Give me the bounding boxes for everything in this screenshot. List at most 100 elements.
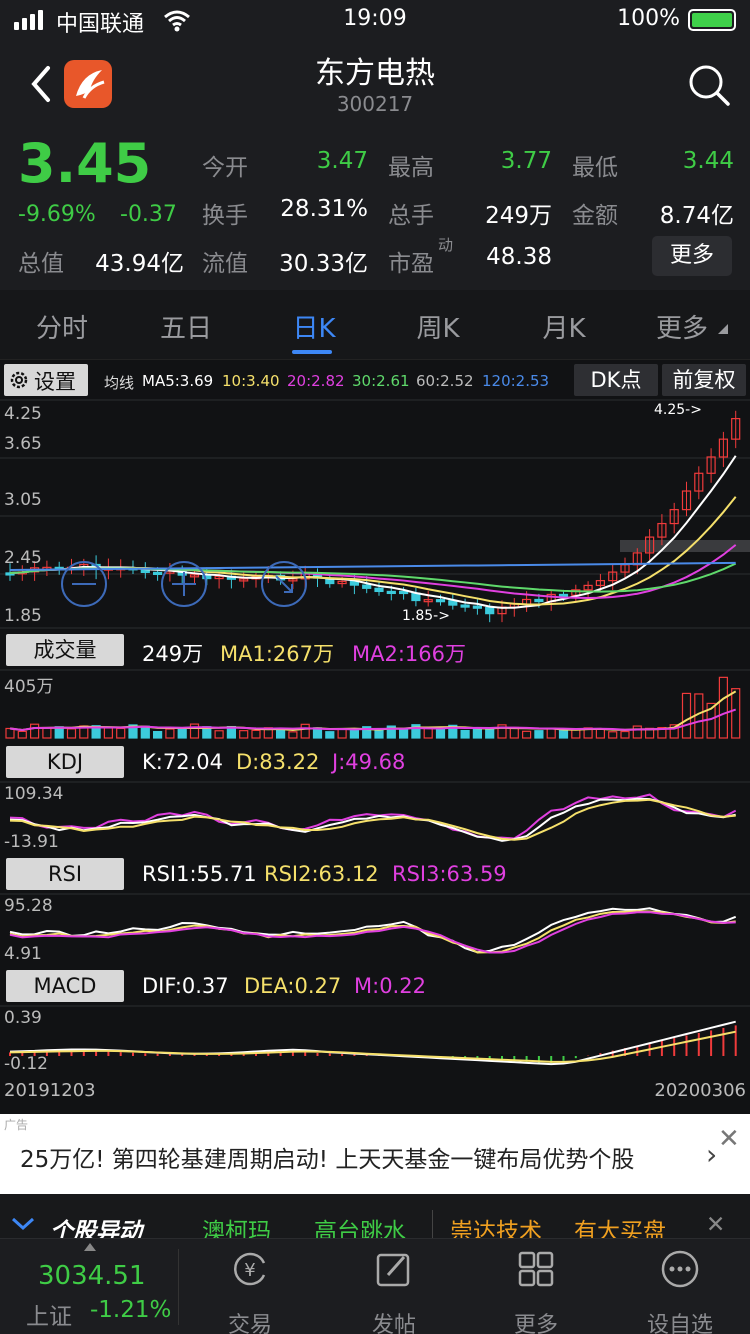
more-dots-icon — [661, 1250, 699, 1288]
ma120-value: 120:2.53 — [482, 372, 550, 390]
volume-bar — [472, 728, 482, 739]
field-label: 最高 — [388, 155, 434, 181]
kdj-d: D:83.22 — [236, 750, 320, 774]
macd-label[interactable]: MACD — [6, 970, 124, 1002]
rsi1: RSI1:55.71 — [142, 862, 257, 886]
volume-bar — [17, 730, 27, 739]
tab-more[interactable]: 更多 — [632, 308, 732, 345]
volume-value: 249万 — [142, 642, 204, 666]
edit-icon — [376, 1253, 410, 1287]
ma20-value: 20:2.82 — [287, 372, 345, 390]
candle-body — [399, 590, 409, 595]
date-axis: 20191203 20200306 — [0, 1078, 750, 1108]
chevron-down-icon[interactable] — [10, 1216, 36, 1232]
field-value: 30.33亿 — [279, 251, 368, 277]
volume-bar — [140, 725, 150, 739]
candle-body — [362, 584, 372, 589]
battery-icon — [688, 9, 736, 31]
adjust-button[interactable]: 前复权 — [662, 364, 746, 396]
rsi-chart[interactable] — [0, 892, 750, 966]
ma5-line — [9, 455, 737, 609]
volume-bar — [239, 730, 249, 739]
kdj-axis-top: 109.34 — [4, 784, 64, 804]
nav-label: 发帖 — [371, 1313, 416, 1334]
news-item[interactable]: 有大买盘 — [574, 1212, 666, 1238]
news-item[interactable]: 澳柯玛 — [202, 1212, 271, 1238]
quote-panel: 3.45 -9.69% -0.37 今开 3.47 最高 3.77 最低 3.4… — [0, 128, 750, 290]
candle-body — [472, 605, 482, 609]
rsi-header: RSI RSI1:55.71 RSI2:63.12 RSI3:63.59 — [0, 856, 750, 892]
volume-ma-lines — [9, 690, 737, 732]
volume-bar — [103, 727, 114, 739]
period-tabs: 分时 五日 日K 周K 月K 更多 — [0, 290, 750, 360]
volume-header: 成交量 249万 MA1:267万 MA2:166万 — [0, 632, 750, 668]
tab-five-day[interactable]: 五日 — [136, 308, 236, 345]
candle-body — [386, 590, 396, 595]
volume-bar — [214, 730, 224, 739]
macd-m: M:0.22 — [354, 974, 426, 998]
tab-monthly-k[interactable]: 月K — [514, 308, 614, 345]
volume-bar — [300, 723, 310, 739]
price-axis-label: 2.45 — [4, 548, 42, 568]
divider — [432, 1210, 433, 1238]
kdj-label[interactable]: KDJ — [6, 746, 124, 778]
volume-bar — [558, 729, 569, 739]
nav-label: 更多 — [513, 1313, 558, 1334]
volume-bar — [349, 729, 359, 739]
field-label: 总手 — [388, 203, 434, 229]
rsi3: RSI3:63.59 — [392, 862, 507, 886]
settings-button[interactable]: 设置 — [4, 364, 88, 396]
search-icon[interactable] — [686, 62, 732, 108]
price-axis-label: 4.25 — [4, 404, 42, 424]
volume-bar — [337, 728, 347, 739]
tab-daily-k[interactable]: 日K — [264, 308, 364, 345]
volume-bar — [42, 726, 52, 739]
volume-label[interactable]: 成交量 — [6, 634, 124, 666]
price-axis-label: 3.05 — [4, 490, 42, 510]
volume-bar — [731, 688, 741, 739]
stock-name: 东方电热 — [315, 56, 435, 91]
dk-point-button[interactable]: DK点 — [574, 364, 658, 396]
macd-chart[interactable] — [0, 1004, 750, 1078]
kdj-chart[interactable] — [0, 780, 750, 854]
news-strip[interactable]: 个股异动 澳柯玛 高台跳水 崇达技术 有大买盘 ✕ — [0, 1194, 750, 1238]
macd-dif: DIF:0.37 — [142, 974, 229, 998]
candle-body — [435, 599, 446, 603]
volume-bar — [435, 728, 446, 739]
current-price: 3.45 — [18, 132, 152, 195]
index-value[interactable]: 3034.51 — [38, 1261, 146, 1291]
candle-body — [153, 571, 163, 575]
field-label: 流值 — [202, 251, 248, 277]
news-close-button[interactable]: ✕ — [706, 1212, 725, 1238]
volume-bar — [251, 729, 261, 739]
volume-bar — [66, 728, 77, 739]
divider — [178, 1249, 179, 1325]
news-item[interactable]: 高台跳水 — [314, 1212, 406, 1238]
svg-text:¥: ¥ — [244, 1260, 255, 1281]
ad-text[interactable]: 25万亿! 第四轮基建周期启动! 上天天基金一键布局优势个股 — [20, 1140, 634, 1174]
start-date: 20191203 — [4, 1080, 96, 1101]
news-item[interactable]: 崇达技术 — [450, 1212, 542, 1238]
rsi-axis-bottom: 4.91 — [4, 944, 42, 964]
tab-intraday[interactable]: 分时 — [12, 308, 112, 345]
tab-weekly-k[interactable]: 周K — [388, 308, 488, 345]
macd-header: MACD DIF:0.37 DEA:0.27 M:0.22 — [0, 968, 750, 1004]
rsi-label[interactable]: RSI — [6, 858, 124, 890]
more-button[interactable]: 更多 — [652, 236, 732, 276]
ad-banner[interactable]: 广告 25万亿! 第四轮基建周期启动! 上天天基金一键布局优势个股 › ✕ — [0, 1114, 750, 1194]
field-label: 最低 — [572, 155, 618, 181]
trade-icon: ¥ — [234, 1252, 266, 1286]
kline-chart[interactable] — [0, 398, 750, 630]
rsi-lines — [9, 907, 737, 954]
high-marker: 4.25-> — [654, 402, 702, 418]
volume-chart[interactable] — [0, 668, 750, 740]
macd-axis-bottom: -0.12 — [4, 1054, 48, 1074]
volume-bar — [620, 730, 630, 739]
kdj-k: K:72.04 — [142, 750, 223, 774]
volume-bar — [374, 729, 384, 739]
volume-bar — [30, 723, 40, 739]
nav-label: 交易 — [227, 1313, 272, 1334]
candle-body — [460, 604, 470, 608]
ad-close-button[interactable]: ✕ — [718, 1124, 740, 1154]
volume-ma1: MA1:267万 — [220, 642, 335, 666]
